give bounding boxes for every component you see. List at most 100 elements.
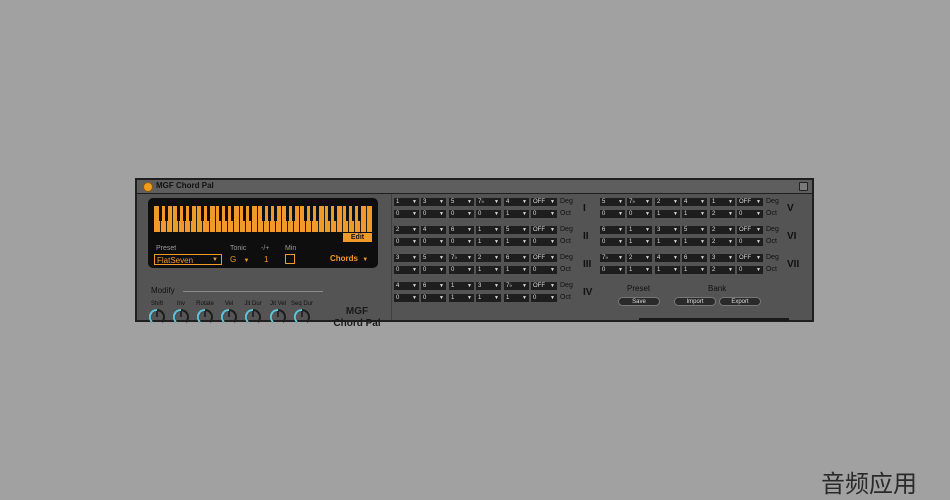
black-key[interactable] — [231, 206, 235, 221]
save-button[interactable]: Save — [618, 297, 660, 306]
mode-select[interactable]: Chords ▼ — [330, 254, 368, 263]
black-key[interactable] — [219, 206, 223, 221]
deg-select[interactable]: 5 ▼ — [449, 198, 474, 206]
black-key[interactable] — [249, 206, 253, 221]
oct-select[interactable]: 1 ▼ — [449, 294, 474, 302]
deg-select[interactable]: OFF ▼ — [531, 254, 557, 262]
oct-select[interactable]: 1 ▼ — [504, 210, 529, 218]
knob-seq-dur[interactable] — [294, 309, 310, 325]
knob-rotate[interactable] — [197, 309, 213, 325]
deg-select[interactable]: 3 ▼ — [710, 254, 735, 262]
min-toggle[interactable] — [285, 254, 295, 264]
oct-select[interactable]: 1 ▼ — [627, 238, 652, 246]
edit-button[interactable]: Edit — [343, 233, 372, 242]
oct-select[interactable]: 0 ▼ — [531, 210, 557, 218]
oct-select[interactable]: 0 ▼ — [476, 210, 501, 218]
oct-select[interactable]: 1 ▼ — [655, 238, 680, 246]
oct-select[interactable]: 0 ▼ — [394, 294, 419, 302]
export-button[interactable]: Export — [719, 297, 761, 306]
black-key[interactable] — [346, 206, 350, 221]
knob-inv[interactable] — [173, 309, 189, 325]
black-key[interactable] — [291, 206, 295, 221]
oct-select[interactable]: 1 ▼ — [476, 238, 501, 246]
black-key[interactable] — [207, 206, 210, 221]
deg-select[interactable]: 2 ▼ — [710, 226, 735, 234]
deg-select[interactable]: 3 ▼ — [655, 226, 680, 234]
oct-select[interactable]: 0 ▼ — [394, 210, 419, 218]
oct-select[interactable]: 1 ▼ — [682, 210, 707, 218]
deg-select[interactable]: 5 ▼ — [421, 254, 446, 262]
oct-select[interactable]: 0 ▼ — [531, 294, 557, 302]
black-key[interactable] — [200, 206, 204, 221]
deg-select[interactable]: 2 ▼ — [655, 198, 680, 206]
black-key[interactable] — [309, 206, 313, 221]
deg-select[interactable]: 1 ▼ — [710, 198, 735, 206]
oct-select[interactable]: 1 ▼ — [682, 238, 707, 246]
deg-select[interactable]: 6 ▼ — [421, 282, 446, 290]
deg-select[interactable]: 7♭ ▼ — [504, 282, 529, 290]
knob-vel[interactable] — [221, 309, 237, 325]
deg-select[interactable]: 7♭ ▼ — [476, 198, 501, 206]
oct-select[interactable]: 0 ▼ — [421, 210, 446, 218]
black-key[interactable] — [243, 206, 247, 221]
deg-select[interactable]: 1 ▼ — [394, 198, 419, 206]
deg-select[interactable]: 1 ▼ — [627, 226, 652, 234]
deg-select[interactable]: 4 ▼ — [504, 198, 529, 206]
deg-select[interactable]: 3 ▼ — [421, 198, 446, 206]
deg-select[interactable]: 5 ▼ — [504, 226, 529, 234]
black-key[interactable] — [328, 206, 332, 221]
black-key[interactable] — [334, 206, 338, 221]
oct-select[interactable]: 0 ▼ — [449, 266, 474, 274]
deg-select[interactable]: OFF ▼ — [737, 254, 763, 262]
oct-select[interactable]: 1 ▼ — [504, 266, 529, 274]
black-key[interactable] — [273, 206, 277, 221]
knob-shift[interactable] — [149, 309, 165, 325]
oct-select[interactable]: 0 ▼ — [421, 238, 446, 246]
oct-select[interactable]: 0 ▼ — [449, 210, 474, 218]
deg-select[interactable]: 1 ▼ — [449, 282, 474, 290]
knob-jit-dur[interactable] — [245, 309, 261, 325]
oct-select[interactable]: 1 ▼ — [627, 266, 652, 274]
oct-select[interactable]: 0 ▼ — [737, 266, 763, 274]
oct-select[interactable]: 0 ▼ — [600, 210, 625, 218]
oct-select[interactable]: 1 ▼ — [504, 238, 529, 246]
device-menu-icon[interactable] — [799, 182, 808, 191]
oct-select[interactable]: 0 ▼ — [627, 210, 652, 218]
black-key[interactable] — [352, 206, 356, 221]
deg-select[interactable]: 1 ▼ — [476, 226, 501, 234]
black-key[interactable] — [261, 206, 265, 221]
oct-select[interactable]: 0 ▼ — [737, 238, 763, 246]
knob-jit-vel[interactable] — [270, 309, 286, 325]
deg-select[interactable]: OFF ▼ — [737, 198, 763, 206]
oct-select[interactable]: 1 ▼ — [655, 210, 680, 218]
deg-select[interactable]: 7♭ ▼ — [600, 254, 625, 262]
deg-select[interactable]: 4 ▼ — [655, 254, 680, 262]
black-key[interactable] — [188, 206, 192, 221]
deg-select[interactable]: 6 ▼ — [682, 254, 707, 262]
black-key[interactable] — [303, 206, 307, 221]
octave-value[interactable]: 1 — [264, 255, 268, 264]
oct-select[interactable]: 1 ▼ — [504, 294, 529, 302]
oct-select[interactable]: 1 ▼ — [476, 294, 501, 302]
oct-select[interactable]: 0 ▼ — [394, 238, 419, 246]
oct-select[interactable]: 2 ▼ — [710, 266, 735, 274]
deg-select[interactable]: 2 ▼ — [476, 254, 501, 262]
deg-select[interactable]: 5 ▼ — [600, 198, 625, 206]
import-button[interactable]: Import — [674, 297, 716, 306]
deg-select[interactable]: 6 ▼ — [600, 226, 625, 234]
deg-select[interactable]: 6 ▼ — [504, 254, 529, 262]
deg-select[interactable]: 2 ▼ — [394, 226, 419, 234]
black-key[interactable] — [358, 206, 362, 221]
deg-select[interactable]: 3 ▼ — [394, 254, 419, 262]
oct-select[interactable]: 2 ▼ — [710, 210, 735, 218]
deg-select[interactable]: 7♭ ▼ — [627, 198, 652, 206]
deg-select[interactable]: 4 ▼ — [421, 226, 446, 234]
oct-select[interactable]: 0 ▼ — [600, 238, 625, 246]
deg-select[interactable]: OFF ▼ — [531, 198, 557, 206]
deg-select[interactable]: 2 ▼ — [627, 254, 652, 262]
oct-select[interactable]: 2 ▼ — [710, 238, 735, 246]
oct-select[interactable]: 0 ▼ — [449, 238, 474, 246]
oct-select[interactable]: 0 ▼ — [531, 238, 557, 246]
deg-select[interactable]: 7♭ ▼ — [449, 254, 474, 262]
deg-select[interactable]: 4 ▼ — [394, 282, 419, 290]
